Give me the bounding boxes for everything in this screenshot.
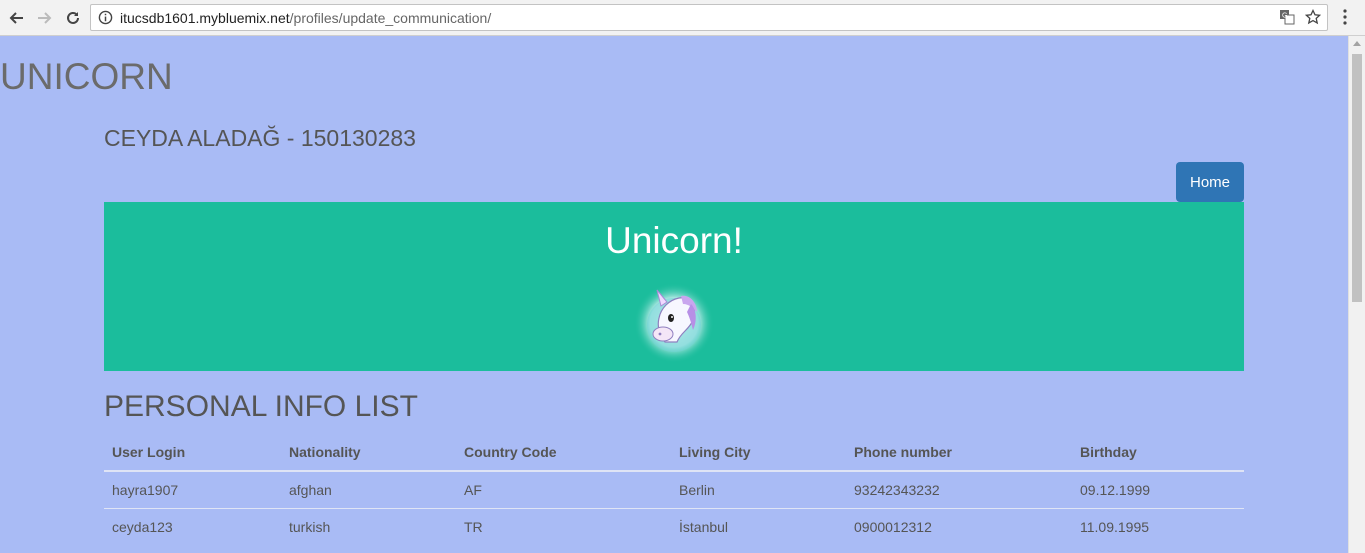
cell-nationality: turkish bbox=[281, 508, 456, 545]
cell-birthday: 09.12.1999 bbox=[1072, 470, 1244, 509]
home-button[interactable]: Home bbox=[1176, 162, 1244, 202]
cell-user-login: ceyda123 bbox=[104, 508, 281, 545]
info-icon[interactable] bbox=[98, 10, 113, 30]
cell-user-login: hayra1907 bbox=[104, 470, 281, 509]
table-row: hayra1907 afghan AF Berlin 93242343232 0… bbox=[104, 470, 1244, 509]
column-header-user-login: User Login bbox=[104, 434, 281, 472]
column-header-birthday: Birthday bbox=[1072, 434, 1244, 472]
scroll-thumb[interactable] bbox=[1352, 54, 1362, 302]
url-path: /profiles/update_communication/ bbox=[289, 10, 492, 26]
cell-phone-number: 0900012312 bbox=[846, 508, 1072, 545]
page-scrollbar[interactable] bbox=[1348, 36, 1365, 553]
column-header-nationality: Nationality bbox=[281, 434, 456, 472]
cell-birthday: 11.09.1995 bbox=[1072, 508, 1244, 545]
cell-phone-number: 93242343232 bbox=[846, 470, 1072, 509]
hero-title: Unicorn! bbox=[605, 220, 743, 261]
cell-country-code: AF bbox=[456, 470, 671, 509]
back-arrow-icon[interactable] bbox=[6, 7, 28, 29]
unicorn-icon bbox=[631, 282, 717, 364]
browser-toolbar: itucsdb1601.mybluemix.net/profiles/updat… bbox=[0, 0, 1365, 36]
forward-arrow-icon[interactable] bbox=[33, 7, 55, 29]
svg-text:G: G bbox=[1282, 13, 1287, 20]
translate-icon[interactable]: G bbox=[1279, 9, 1295, 30]
browser-menu-icon[interactable] bbox=[1343, 9, 1347, 30]
hero-banner: Unicorn! bbox=[104, 202, 1244, 371]
cell-living-city: Berlin bbox=[671, 470, 846, 509]
address-bar[interactable]: itucsdb1601.mybluemix.net/profiles/updat… bbox=[90, 4, 1328, 31]
personal-info-table: User Login Nationality Country Code Livi… bbox=[104, 434, 1244, 545]
cell-nationality: afghan bbox=[281, 470, 456, 509]
star-bookmark-icon[interactable] bbox=[1304, 8, 1322, 30]
section-title: PERSONAL INFO LIST bbox=[104, 390, 418, 423]
reload-icon[interactable] bbox=[62, 7, 84, 29]
scroll-up-arrow-icon[interactable] bbox=[1353, 41, 1361, 46]
url-host: itucsdb1601.mybluemix.net bbox=[120, 10, 290, 26]
column-header-phone-number: Phone number bbox=[846, 434, 1072, 472]
site-title: UNICORN bbox=[0, 56, 173, 97]
table-row: ceyda123 turkish TR İstanbul 0900012312 … bbox=[104, 508, 1244, 545]
cell-country-code: TR bbox=[456, 508, 671, 545]
cell-living-city: İstanbul bbox=[671, 508, 846, 545]
url-text[interactable]: itucsdb1601.mybluemix.net/profiles/updat… bbox=[120, 10, 491, 26]
person-heading: CEYDA ALADAĞ - 150130283 bbox=[104, 125, 416, 151]
table-header-row: User Login Nationality Country Code Livi… bbox=[104, 434, 1244, 472]
column-header-country-code: Country Code bbox=[456, 434, 671, 472]
column-header-living-city: Living City bbox=[671, 434, 846, 472]
